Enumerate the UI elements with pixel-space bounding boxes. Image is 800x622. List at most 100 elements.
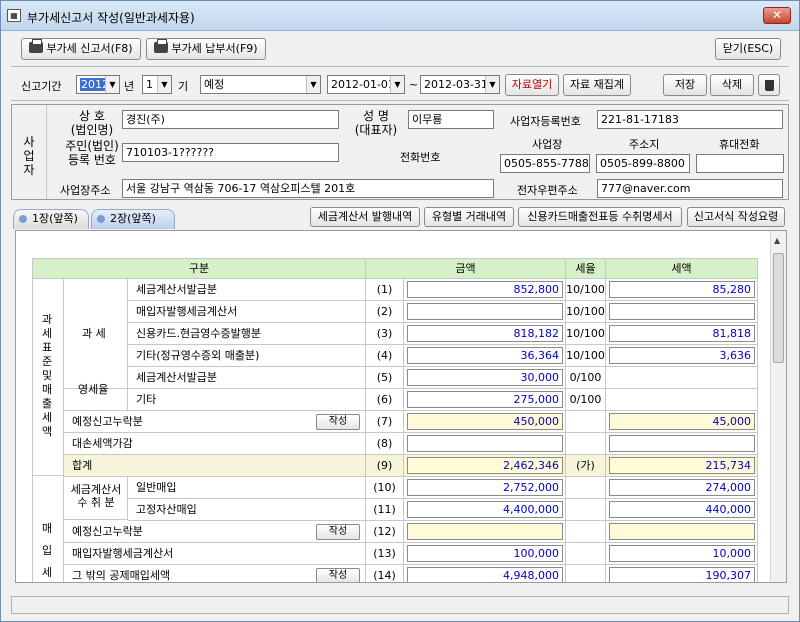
tax-input[interactable]: 190,307 [609, 567, 755, 582]
tax-input[interactable]: 274,000 [609, 479, 755, 496]
phone-mobile-label: 휴대전화 [719, 138, 760, 151]
date-from-select[interactable]: 2012-01-01 ▼ [327, 75, 405, 94]
row-number: (8) [366, 433, 404, 455]
amount-input[interactable]: 4,948,000 [407, 567, 563, 582]
app-icon: ▦ [7, 9, 21, 22]
row-name-cell: 신용카드.현금영수증발행분 [128, 323, 366, 345]
rate-cell: 0/100 [566, 389, 606, 411]
email-field[interactable]: 777@naver.com [597, 179, 783, 198]
business-side-label: 사업자 [23, 135, 35, 177]
tax-input[interactable] [609, 435, 755, 452]
amount-input[interactable] [407, 303, 563, 320]
group-invoice-line1: 세금계산서 [70, 483, 122, 496]
rate-cell [566, 411, 606, 433]
chevron-down-icon[interactable]: ▼ [105, 76, 119, 93]
chevron-down-icon[interactable]: ▼ [390, 76, 404, 93]
vertical-scrollbar[interactable]: ▲ [770, 231, 786, 582]
save-button[interactable]: 저장 [663, 74, 707, 96]
tax-input[interactable]: 215,734 [609, 457, 755, 474]
chevron-down-icon[interactable]: ▼ [306, 76, 320, 93]
tax-input[interactable] [609, 303, 755, 320]
scroll-up-icon[interactable]: ▲ [774, 236, 780, 245]
amount-input[interactable]: 2,752,000 [407, 479, 563, 496]
row-name: 일반매입 [136, 481, 177, 494]
address-label: 사업장주소 [60, 184, 111, 197]
row-name-cell: 기타 [128, 389, 366, 411]
term-select[interactable]: 1 ▼ [142, 75, 172, 94]
report-type-select[interactable]: 예정 ▼ [200, 75, 321, 94]
idno-field[interactable]: 710103-1?????? [122, 143, 339, 162]
amount-input[interactable]: 36,364 [407, 347, 563, 364]
group-invoice-cell: 세금계산서 수 취 분 [64, 476, 128, 520]
header-division: 구분 [32, 258, 366, 279]
row-name-cell: 대손세액가감 [64, 433, 366, 455]
tax-input[interactable]: 81,818 [609, 325, 755, 342]
phone-home-field[interactable]: 0505-899-8800 [596, 154, 690, 173]
tax-input[interactable]: 85,280 [609, 281, 755, 298]
write-button[interactable]: 작성 [316, 568, 360, 582]
regno-field[interactable]: 221-81-17183 [597, 110, 783, 129]
rate-cell: 0/100 [566, 367, 606, 389]
amount-input[interactable]: 30,000 [407, 369, 563, 386]
phone-mobile-field[interactable] [696, 154, 784, 173]
tax-input[interactable]: 10,000 [609, 545, 755, 562]
amount-input[interactable]: 4,400,000 [407, 501, 563, 518]
load-data-button[interactable]: 자료열기 [505, 74, 559, 96]
delete-button[interactable]: 삭제 [710, 74, 754, 96]
tax-input[interactable]: 3,636 [609, 347, 755, 364]
amount-input[interactable]: 100,000 [407, 545, 563, 562]
amount-input[interactable]: 450,000 [407, 413, 563, 430]
term-value: 1 [146, 78, 153, 91]
trash-icon [764, 80, 774, 91]
date-from-value: 2012-01-01 [331, 78, 395, 91]
amount-input[interactable]: 852,800 [407, 281, 563, 298]
amount-input[interactable]: 818,182 [407, 325, 563, 342]
rate-cell: 10/100 [566, 301, 606, 323]
group-purchase-label: 매 입 세 [42, 522, 53, 579]
tax-input[interactable]: 440,000 [609, 501, 755, 518]
tax-input[interactable]: 45,000 [609, 413, 755, 430]
amount-input[interactable] [407, 523, 563, 540]
tax-invoice-history-button[interactable]: 세금계산서 발행내역 [310, 207, 420, 227]
form-guide-button[interactable]: 신고서식 작성요령 [687, 207, 785, 227]
printer-icon [29, 39, 44, 53]
write-button[interactable]: 작성 [316, 524, 360, 540]
vat-form-panel: ▲ 구분 금액 세율 세액 과세표준 및 매출세액 과 세 영세율 매 입 세 … [15, 230, 787, 583]
scroll-thumb[interactable] [773, 253, 784, 363]
date-to-select[interactable]: 2012-03-31 ▼ [420, 75, 500, 94]
rate-cell: 10/100 [566, 323, 606, 345]
vat-payment-button[interactable]: 부가세 납부서(F9) [146, 38, 266, 60]
close-window-button[interactable]: ✕ [763, 7, 791, 24]
representative-field[interactable]: 이무룡 [408, 110, 494, 129]
phone-biz-field[interactable]: 0505-855-7788 [500, 154, 590, 173]
idno-label: 주민(법인) 등록 번호 [52, 139, 132, 167]
recount-button[interactable]: 자료 재집계 [563, 74, 631, 96]
vat-report-button[interactable]: 부가세 신고서(F8) [21, 38, 141, 60]
by-type-history-button[interactable]: 유형별 거래내역 [424, 207, 514, 227]
year-select[interactable]: 2012 ▼ [76, 75, 120, 94]
row-name-cell: 매입자발행세금계산서 [128, 301, 366, 323]
amount-input[interactable]: 275,000 [407, 391, 563, 408]
tax-input[interactable] [609, 523, 755, 540]
address-field[interactable]: 서울 강남구 역삼동 706-17 역삼오피스텔 201호 [122, 179, 494, 198]
regno-label: 사업자등록번호 [510, 115, 581, 128]
tab-page2[interactable]: 2장(앞쪽) [91, 209, 175, 229]
chevron-down-icon[interactable]: ▼ [157, 76, 171, 93]
row-number: (3) [366, 323, 404, 345]
write-button[interactable]: 작성 [316, 414, 360, 430]
trash-button[interactable] [758, 74, 780, 96]
amount-input[interactable] [407, 435, 563, 452]
row-number: (5) [366, 367, 404, 389]
row-name: 기타 [136, 393, 157, 406]
company-label-line2: (법인명) [70, 123, 114, 137]
row-name: 대손세액가감 [72, 437, 133, 450]
amount-input[interactable]: 2,462,346 [407, 457, 563, 474]
tab-page1[interactable]: 1장(앞쪽) [13, 209, 89, 229]
close-button[interactable]: 닫기(ESC) [715, 38, 781, 60]
chevron-down-icon[interactable]: ▼ [485, 76, 499, 93]
card-sales-statement-button[interactable]: 신용카드매출전표등 수취명세서 [518, 207, 682, 227]
row-name: 신용카드.현금영수증발행분 [136, 327, 261, 340]
row-name: 예정신고누락분 [72, 415, 143, 428]
company-field[interactable]: 경진(주) [122, 110, 339, 129]
header-amount: 금액 [366, 258, 566, 279]
